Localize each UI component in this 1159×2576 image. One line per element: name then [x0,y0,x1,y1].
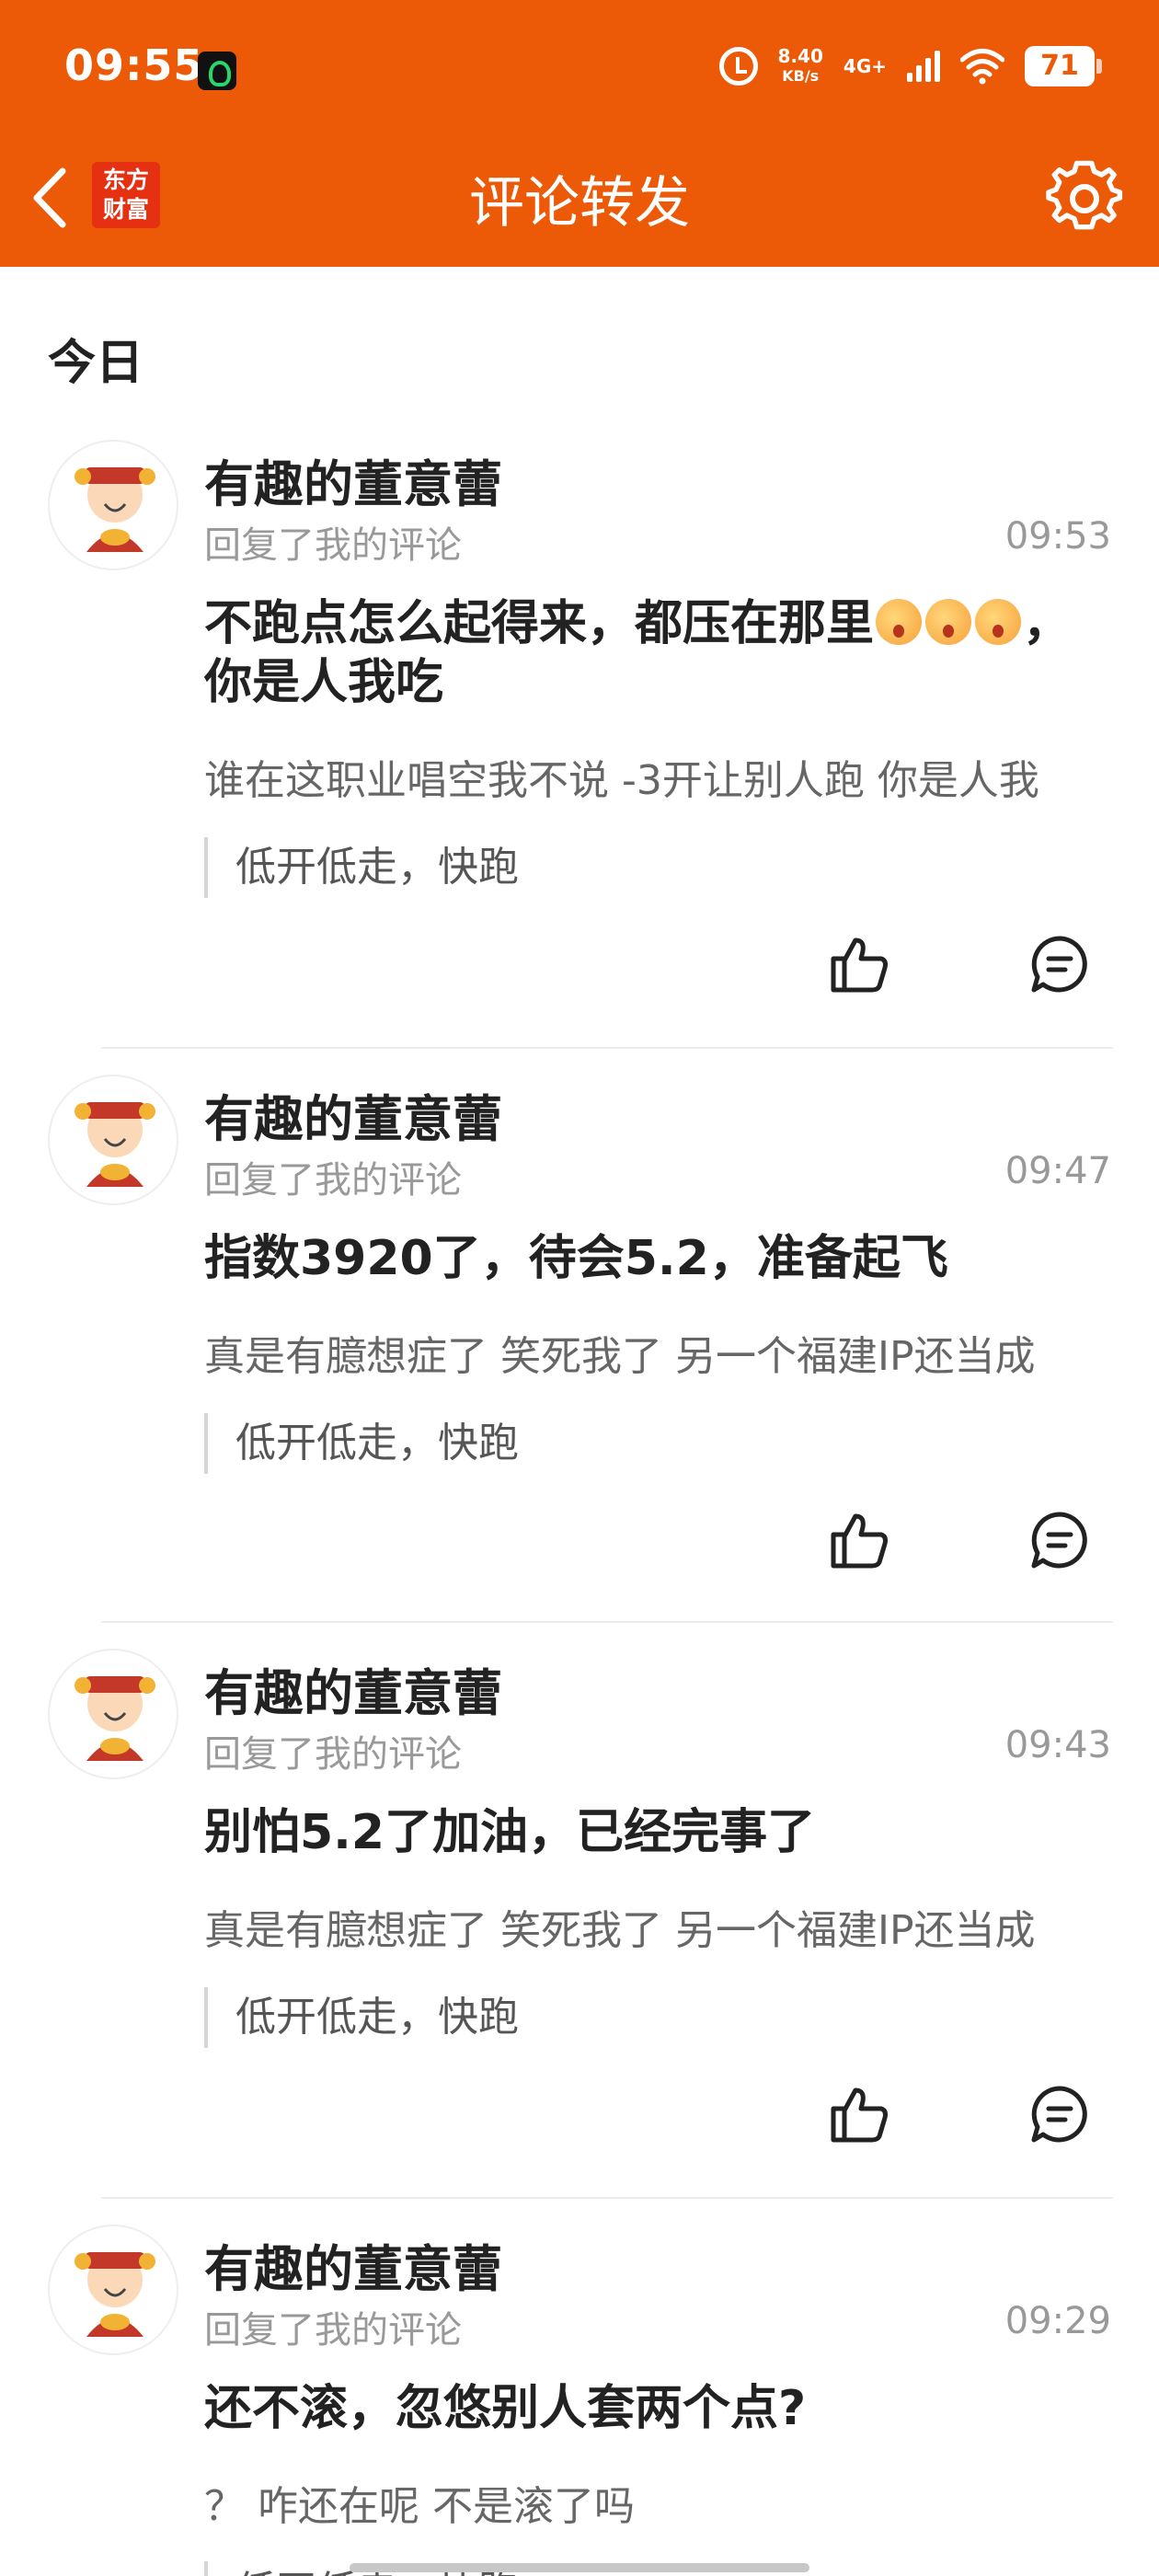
divider [101,1621,1113,1623]
divider [101,2197,1113,2199]
status-bar: 09:55 8.40 KB/s 4G+ 71 [0,0,1159,147]
avatar[interactable] [48,1649,178,1779]
quoted-comment: 真是有臆想症了 笑死我了 另一个福建IP还当成 [204,1333,1036,1380]
thumbs-up-icon[interactable] [828,1511,890,1570]
username[interactable]: 有趣的董意蕾 [204,443,502,516]
original-post[interactable]: 低开低走，快跑 [204,1413,519,1474]
action-text: 回复了我的评论 [204,1159,462,1202]
dizzy-emoji-icon [876,599,923,645]
thumbs-up-icon[interactable] [828,2085,890,2144]
dizzy-emoji-icon [975,599,1022,645]
action-text: 回复了我的评论 [204,2309,462,2352]
status-time: 09:55 [64,40,204,90]
username[interactable]: 有趣的董意蕾 [204,1652,502,1725]
username[interactable]: 有趣的董意蕾 [204,1078,502,1151]
quoted-comment: 谁在这职业唱空我不说 -3开让别人跑 你是人我 [204,757,1039,804]
quoted-comment: ？ 咋还在呢 不是滚了吗 [204,2483,635,2530]
alarm-icon [718,47,758,86]
gear-icon[interactable] [1045,160,1124,239]
timestamp: 09:43 [1004,1724,1111,1766]
avatar[interactable] [48,1075,178,1205]
avatar[interactable] [48,440,178,570]
network-speed: 8.40 KB/s [777,45,823,86]
username[interactable]: 有趣的董意蕾 [204,2228,502,2301]
comment-icon[interactable] [1030,2085,1089,2144]
reply-content: 还不滚，忽悠别人套两个点? [204,2381,807,2436]
comment-icon[interactable] [1030,1511,1089,1570]
quoted-comment: 真是有臆想症了 笑死我了 另一个福建IP还当成 [204,1907,1036,1954]
action-text: 回复了我的评论 [204,1733,462,1776]
reply-content: 不跑点怎么起得来，都压在那里， 你是人我吃 [204,596,1072,710]
avatar[interactable] [48,2225,178,2355]
action-text: 回复了我的评论 [204,524,462,567]
app-notification-icon [198,52,236,90]
divider [101,1047,1113,1049]
dizzy-emoji-icon [925,599,972,645]
original-post[interactable]: 低开低走，快跑 [204,1987,519,2048]
reply-content: 指数3920了，待会5.2，准备起飞 [204,1231,948,1286]
original-post[interactable]: 低开低走，快跑 [204,837,519,898]
timestamp: 09:29 [1004,2300,1111,2342]
page-title: 评论转发 [469,171,690,236]
comment-icon[interactable] [1030,935,1089,994]
thumbs-up-icon[interactable] [828,935,890,994]
timestamp: 09:53 [1004,515,1111,558]
section-title-today: 今日 [48,336,144,391]
timestamp: 09:47 [1004,1150,1111,1192]
home-indicator[interactable] [350,2563,809,2572]
battery-indicator: 71 [1025,46,1102,86]
signal-icon [907,51,940,82]
wifi-icon [960,49,1004,85]
network-type: 4G+ [843,55,887,77]
header-bar: 09:55 8.40 KB/s 4G+ 71 东方 财富 评论转发 [0,0,1159,267]
reply-content: 别怕5.2了加油，已经完事了 [204,1805,816,1860]
